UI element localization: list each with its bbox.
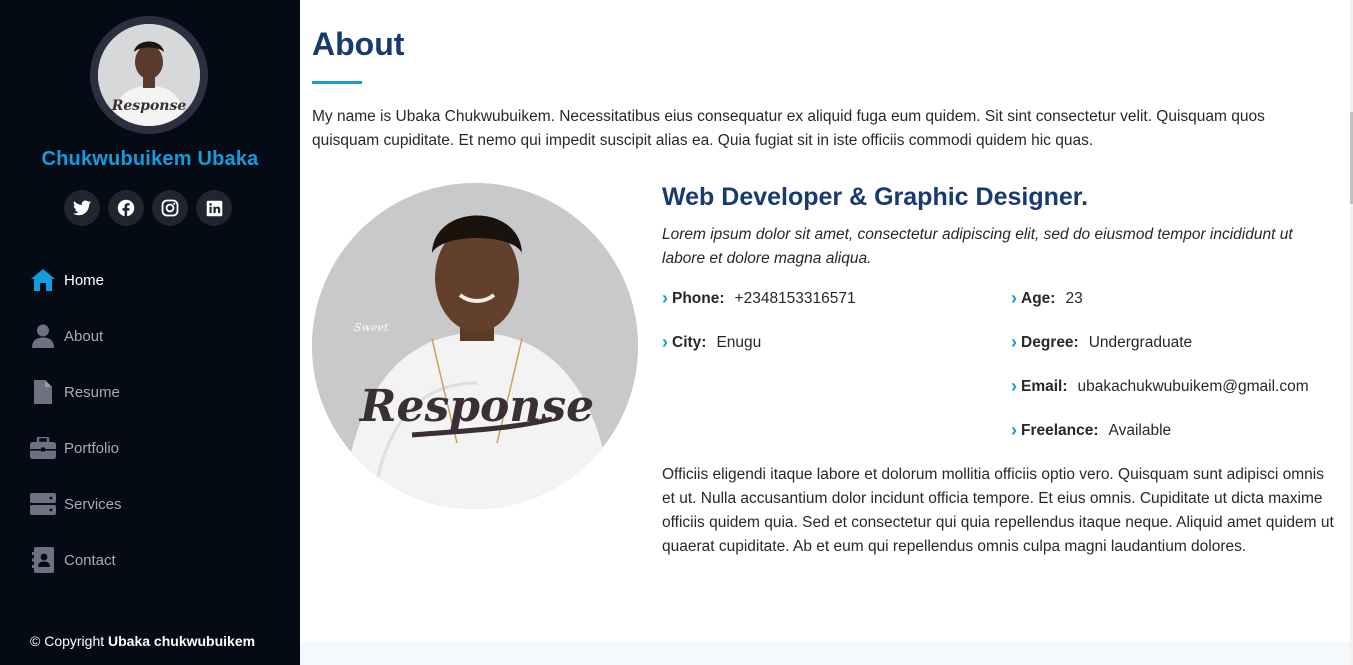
about-section: About My name is Ubaka Chukwubuikem. Nec…	[300, 0, 1350, 665]
facebook-icon	[117, 199, 135, 217]
avatar-photo: Response	[98, 24, 200, 126]
briefcase-icon	[30, 435, 56, 461]
instagram-link[interactable]	[152, 190, 188, 226]
side-nav: Home About Resume Portfolio Services Con…	[30, 252, 122, 588]
info-label: Phone:	[672, 289, 725, 307]
nav-label: Services	[64, 495, 122, 513]
info-label: Email:	[1021, 377, 1068, 395]
info-label: Age:	[1021, 289, 1056, 307]
twitter-icon	[73, 200, 91, 216]
info-city: › City: Enugu	[662, 332, 761, 353]
info-phone: › Phone: +2348153316571	[662, 288, 856, 309]
chevron-right-icon: ›	[662, 288, 668, 308]
info-value: Available	[1108, 421, 1172, 439]
info-value: Enugu	[716, 333, 762, 351]
instagram-icon	[161, 199, 179, 217]
profile-photo: Response Sweet	[312, 183, 638, 509]
nav-item-portfolio[interactable]: Portfolio	[30, 420, 122, 476]
about-description: Officiis eligendi itaque labore et dolor…	[662, 466, 1334, 555]
info-value: ubakachukwubuikem@gmail.com	[1077, 377, 1309, 395]
shirt-text: Response	[358, 381, 594, 432]
linkedin-link[interactable]	[196, 190, 232, 226]
info-value: 23	[1065, 289, 1083, 307]
info-freelance: › Freelance: Available	[1011, 420, 1171, 441]
chevron-right-icon: ›	[1011, 376, 1017, 396]
profile-name: Chukwubuikem Ubaka	[41, 148, 259, 170]
role-heading: Web Developer & Graphic Designer.	[662, 183, 1089, 211]
chevron-right-icon: ›	[1011, 420, 1017, 440]
info-degree: › Degree: Undergraduate	[1011, 332, 1192, 353]
copyright-name: Ubaka chukwubuikem	[108, 633, 256, 649]
info-age: › Age: 23	[1011, 288, 1083, 309]
about-intro: My name is Ubaka Chukwubuikem. Necessita…	[312, 108, 1265, 149]
contact-card-icon	[30, 547, 56, 573]
info-label: Freelance:	[1021, 421, 1099, 439]
info-value: +2348153316571	[734, 289, 856, 307]
nav-item-services[interactable]: Services	[30, 476, 122, 532]
file-icon	[30, 379, 56, 405]
nav-label: About	[64, 327, 104, 345]
nav-item-about[interactable]: About	[30, 308, 122, 364]
user-icon	[30, 323, 56, 349]
copyright-prefix: © Copyright	[30, 633, 105, 649]
facebook-link[interactable]	[108, 190, 144, 226]
role-lead: Lorem ipsum dolor sit amet, consectetur …	[662, 226, 1293, 267]
avatar: Response	[90, 16, 208, 134]
nav-label: Portfolio	[64, 439, 120, 457]
chevron-right-icon: ›	[662, 332, 668, 352]
info-label: Degree:	[1021, 333, 1079, 351]
next-section-strip	[300, 642, 1350, 665]
chevron-right-icon: ›	[1011, 332, 1017, 352]
svg-text:Response: Response	[111, 98, 187, 114]
nav-item-contact[interactable]: Contact	[30, 532, 122, 588]
svg-text:Sweet: Sweet	[354, 321, 389, 334]
linkedin-icon	[206, 200, 222, 216]
twitter-link[interactable]	[64, 190, 100, 226]
nav-item-home[interactable]: Home	[30, 252, 122, 308]
home-icon	[30, 267, 56, 293]
section-title: About	[312, 26, 405, 62]
chevron-right-icon: ›	[1011, 288, 1017, 308]
nav-label: Home	[64, 271, 105, 289]
nav-label: Contact	[64, 551, 116, 569]
nav-item-resume[interactable]: Resume	[30, 364, 122, 420]
info-label: City:	[672, 333, 707, 351]
sidebar: Response Chukwubuikem Ubaka Home About R	[0, 0, 300, 665]
nav-label: Resume	[64, 383, 120, 401]
server-icon	[30, 491, 56, 517]
title-underline	[312, 81, 362, 84]
social-links	[64, 190, 232, 226]
copyright: © Copyright Ubaka chukwubuikem	[30, 633, 255, 649]
info-value: Undergraduate	[1088, 333, 1193, 351]
info-email: › Email: ubakachukwubuikem@gmail.com	[1011, 376, 1309, 397]
